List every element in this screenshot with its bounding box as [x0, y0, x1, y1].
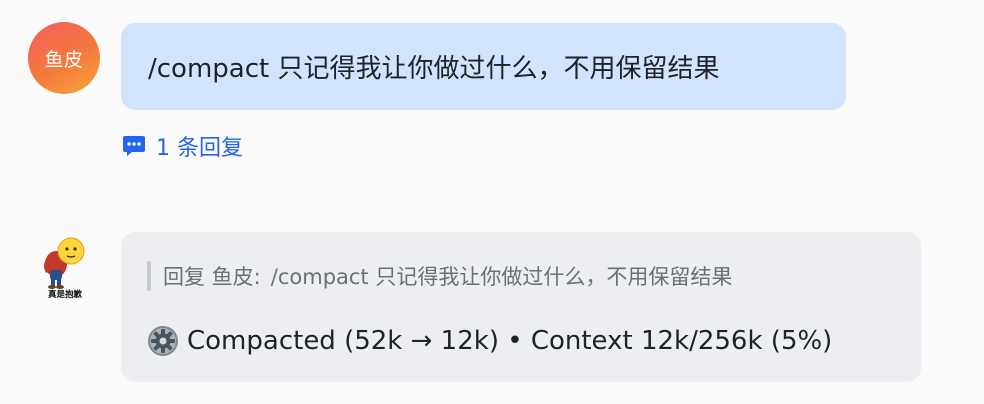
user-avatar-label: 鱼皮: [44, 48, 84, 71]
user-message-bubble: /compact 只记得我让你做过什么，不用保留结果: [121, 23, 846, 110]
bot-avatar[interactable]: 真是抱歉: [38, 236, 92, 300]
quote-prefix: 回复 鱼皮:: [163, 265, 261, 289]
user-message-text: /compact 只记得我让你做过什么，不用保留结果: [148, 54, 720, 84]
user-avatar[interactable]: 鱼皮: [28, 22, 100, 94]
compact-status: Compacted (52k → 12k) • Context 12k/256k…: [147, 320, 832, 362]
gear-icon: [148, 326, 178, 356]
chat-bubble-icon: [123, 136, 145, 156]
bot-message-bubble: 回复 鱼皮: /compact 只记得我让你做过什么，不用保留结果 Compac…: [121, 232, 921, 382]
reply-thread-label: 1 条回复: [156, 136, 243, 161]
quoted-reply[interactable]: 回复 鱼皮: /compact 只记得我让你做过什么，不用保留结果: [147, 260, 732, 292]
bot-avatar-caption: 真是抱歉: [48, 289, 83, 300]
quote-text: /compact 只记得我让你做过什么，不用保留结果: [270, 265, 733, 289]
reply-thread-link[interactable]: 1 条回复: [121, 128, 243, 164]
quote-bar: [147, 261, 151, 291]
compact-status-text: Compacted (52k → 12k) • Context 12k/256k…: [187, 326, 833, 356]
